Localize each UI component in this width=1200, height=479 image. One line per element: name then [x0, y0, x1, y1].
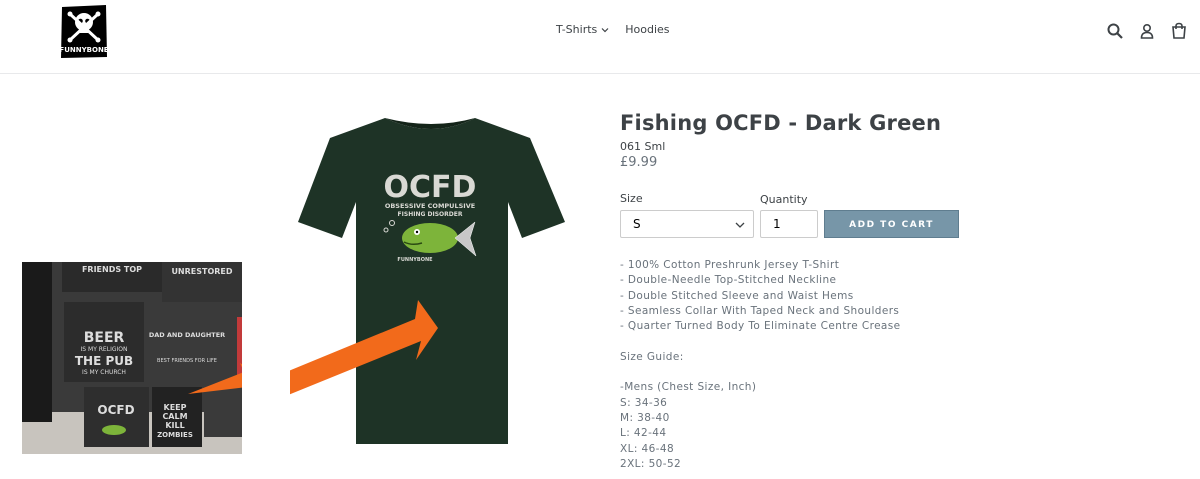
photo-sign-5: IS MY CHURCH [82, 369, 126, 376]
product-title: Fishing OCFD - Dark Green [620, 111, 942, 135]
desc-line: - 100% Cotton Preshrunk Jersey T-Shirt [620, 259, 840, 271]
product-price: £9.99 [620, 155, 658, 170]
cart-icon[interactable] [1170, 22, 1188, 40]
nav-hoodies[interactable]: Hoodies [625, 23, 669, 36]
header-actions [1106, 22, 1188, 40]
desc-line: 2XL: 50-52 [620, 457, 682, 470]
product-sku: 061 Sml [620, 140, 666, 153]
photo-sign-11: KILL [165, 421, 184, 430]
add-to-cart-button[interactable]: ADD TO CART [824, 210, 959, 238]
photo-sign-8: OCFD [97, 403, 134, 417]
site-header: FUNNYBONE T-Shirts Hoodies [0, 0, 1200, 74]
desc-line: - Seamless Collar With Taped Neck and Sh… [620, 304, 900, 317]
desc-line: S: 34-36 [620, 396, 668, 409]
photo-sign-12: ZOMBIES [157, 431, 193, 439]
svg-text:FUNNYBONE: FUNNYBONE [60, 46, 108, 54]
product-image[interactable]: OCFD OBSESSIVE COMPULSIVE FISHING DISORD… [290, 110, 575, 450]
search-icon[interactable] [1106, 22, 1124, 40]
account-icon[interactable] [1138, 22, 1156, 40]
photo-sign-0: FRIENDS TOP [82, 265, 142, 274]
nav-tshirts-label[interactable]: T-Shirts [556, 23, 597, 36]
desc-line: Size Guide: [620, 350, 684, 363]
product-form: Size S Quantity 1 ADD TO CART [620, 192, 1180, 242]
desc-line: XL: 46-48 [620, 442, 675, 455]
shirt-print-ocfd: OCFD [384, 170, 477, 205]
funnybone-logo[interactable]: FUNNYBONE [60, 4, 108, 59]
chevron-down-icon [735, 222, 745, 228]
photo-sign-1: UNRESTORED [171, 267, 232, 276]
photo-sign-3: IS MY RELIGION [81, 346, 128, 353]
photo-sign-6: DAD AND DAUGHTER [149, 331, 225, 339]
desc-line: -Mens (Chest Size, Inch) [620, 381, 757, 394]
desc-spacer [620, 365, 901, 380]
desc-line: L: 42-44 [620, 427, 667, 440]
photo-sign-9: KEEP [164, 403, 187, 412]
quantity-input[interactable]: 1 [760, 210, 818, 238]
photo-sign-10: CALM [162, 412, 187, 421]
product-info: Fishing OCFD - Dark Green 061 Sml £9.99 … [620, 110, 1180, 470]
shirt-brand: FUNNYBONE [397, 257, 433, 263]
size-label: Size [620, 192, 643, 205]
size-select-value: S [633, 217, 641, 231]
main-nav: T-Shirts Hoodies [556, 23, 670, 36]
desc-spacer [620, 334, 901, 349]
store-display-photo[interactable]: FRIENDS TOP UNRESTORED BEER IS MY RELIGI… [22, 262, 242, 454]
chevron-down-icon [601, 27, 609, 32]
photo-sign-7: BEST FRIENDS FOR LIFE [157, 358, 217, 364]
photo-sign-4: THE PUB [75, 354, 133, 368]
photo-sign-2: BEER [84, 330, 125, 346]
desc-line: - Double Stitched Sleeve and Waist Hems [620, 289, 854, 302]
quantity-label: Quantity [760, 193, 808, 206]
desc-line: - Double-Needle Top-Stitched Neckline [620, 274, 837, 287]
size-select[interactable]: S [620, 210, 754, 238]
shirt-print-line2: FISHING DISORDER [398, 211, 463, 218]
nav-hoodies-label[interactable]: Hoodies [625, 23, 669, 36]
desc-line: M: 38-40 [620, 411, 670, 424]
nav-tshirts[interactable]: T-Shirts [556, 23, 609, 36]
shirt-print-line1: OBSESSIVE COMPULSIVE [385, 202, 475, 210]
product-description: - 100% Cotton Preshrunk Jersey T-Shirt -… [620, 258, 901, 472]
desc-line: - Quarter Turned Body To Eliminate Centr… [620, 320, 901, 333]
